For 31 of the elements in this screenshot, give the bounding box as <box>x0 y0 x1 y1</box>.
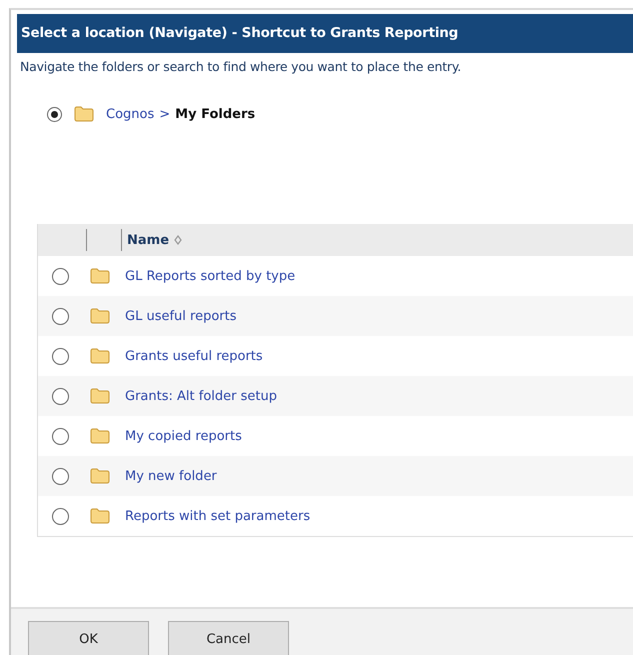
radio-button[interactable] <box>52 428 69 444</box>
breadcrumb-link[interactable]: Cognos <box>106 106 154 122</box>
ok-button[interactable]: OK <box>28 621 149 655</box>
instructions-text: Navigate the folders or search to find where you want to place the entry. <box>19 58 462 76</box>
folder-icon <box>90 308 110 324</box>
radio-button[interactable] <box>47 106 62 122</box>
folder-icon <box>90 468 110 484</box>
folder-link[interactable]: GL Reports sorted by type <box>125 268 296 284</box>
folder-link[interactable]: Grants: Alt folder setup <box>125 388 277 404</box>
dialog-title: Select a location (Navigate) - Shortcut to Grants Reporting <box>17 14 633 53</box>
radio-button[interactable] <box>52 468 69 484</box>
folder-icon <box>90 348 110 364</box>
breadcrumb-separator: > <box>159 106 170 122</box>
folder-icon <box>90 388 110 404</box>
folder-icon <box>74 106 94 122</box>
column-header[interactable]: Name <box>127 232 182 248</box>
cancel-button[interactable]: Cancel <box>168 621 289 655</box>
folder-link[interactable]: My new folder <box>125 468 217 484</box>
folder-link[interactable]: Reports with set parameters <box>125 508 310 524</box>
radio-button[interactable] <box>52 388 69 404</box>
radio-button[interactable] <box>52 508 69 524</box>
radio-button[interactable] <box>52 308 69 324</box>
folder-link[interactable]: Grants useful reports <box>125 348 263 364</box>
folder-icon <box>90 268 110 284</box>
current-folder: My Folders <box>175 106 256 122</box>
folder-icon <box>90 428 110 444</box>
folder-icon <box>90 508 110 524</box>
folder-link[interactable]: My copied reports <box>125 428 242 444</box>
radio-button[interactable] <box>52 348 69 364</box>
radio-button[interactable] <box>52 268 69 284</box>
folder-link[interactable]: GL useful reports <box>125 308 236 324</box>
